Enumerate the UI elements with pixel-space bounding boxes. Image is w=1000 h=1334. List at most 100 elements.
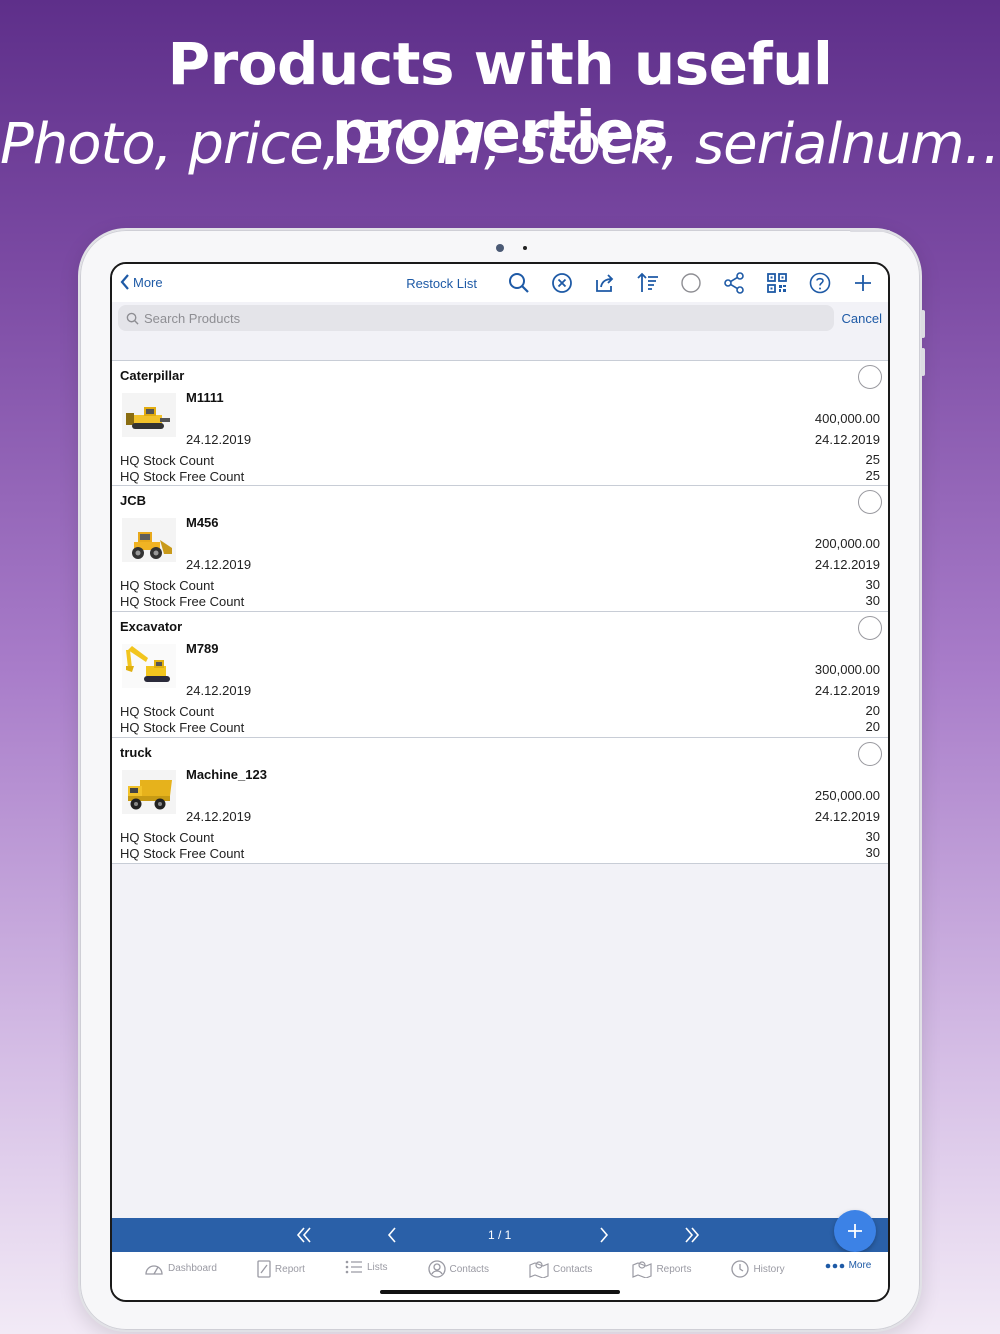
product-price: 400,000.00 <box>814 411 880 426</box>
tab-contacts-map[interactable]: Contacts <box>529 1260 592 1278</box>
cancel-button[interactable]: Cancel <box>842 311 882 326</box>
next-page-button[interactable] <box>592 1223 616 1247</box>
product-code: Machine_123 <box>186 767 267 782</box>
list-icon <box>345 1260 362 1274</box>
product-name: Excavator <box>120 619 183 634</box>
select-circle-icon[interactable] <box>676 268 706 298</box>
report-icon <box>257 1260 271 1278</box>
stock-count-label: HQ Stock Count <box>120 830 214 845</box>
list-item[interactable]: truck Machine_123 24.12.2019 HQ Stock Co… <box>112 738 888 864</box>
clear-circle-icon[interactable] <box>547 268 577 298</box>
search-placeholder: Search Products <box>144 310 241 326</box>
share-out-icon[interactable] <box>590 268 620 298</box>
tab-label: More <box>848 1260 872 1271</box>
search-icon <box>126 312 139 325</box>
price-date: 24.12.2019 <box>814 432 880 447</box>
product-price: 300,000.00 <box>814 662 880 677</box>
product-price: 250,000.00 <box>814 788 880 803</box>
stock-free-count-value: 20 <box>865 719 880 734</box>
tab-label: Contacts <box>449 1263 489 1275</box>
tab-label: Lists <box>366 1261 388 1273</box>
stock-free-count-label: HQ Stock Free Count <box>120 594 245 609</box>
stock-free-count-value: 30 <box>865 593 880 608</box>
chevron-left-icon <box>387 1227 396 1243</box>
tablet-top-button <box>850 230 890 232</box>
price-date: 24.12.2019 <box>814 683 880 698</box>
tab-label: History <box>753 1263 785 1275</box>
navigation-bar: More Restock List <box>112 264 888 302</box>
tab-report[interactable]: Report <box>257 1260 305 1278</box>
stock-free-count-value: 30 <box>865 845 880 860</box>
sort-icon[interactable] <box>633 268 663 298</box>
home-indicator[interactable] <box>380 1290 620 1294</box>
tab-lists[interactable]: Lists <box>345 1260 388 1274</box>
product-photo <box>120 770 178 814</box>
product-price: 200,000.00 <box>814 536 880 551</box>
tab-label: Report <box>274 1263 305 1275</box>
double-chevron-right-icon <box>685 1227 700 1243</box>
tab-dashboard[interactable]: Dashboard <box>144 1260 217 1276</box>
restock-list-button[interactable]: Restock List <box>406 276 477 291</box>
tab-history[interactable]: History <box>731 1260 785 1278</box>
list-item[interactable]: Caterpillar M1111 24.12.2019 HQ Stock Co… <box>112 360 888 486</box>
back-button[interactable]: More <box>120 274 163 290</box>
contact-icon <box>427 1260 446 1278</box>
qr-code-icon[interactable] <box>762 268 792 298</box>
stock-count-value: 30 <box>865 829 880 844</box>
product-code: M789 <box>186 641 219 656</box>
stock-free-count-label: HQ Stock Free Count <box>120 720 245 735</box>
stock-count-label: HQ Stock Count <box>120 453 214 468</box>
add-icon[interactable] <box>848 268 878 298</box>
toolbar: Restock List <box>406 268 878 298</box>
tab-reports[interactable]: Reports <box>632 1260 691 1278</box>
stock-count-label: HQ Stock Count <box>120 578 214 593</box>
stock-free-count-value: 25 <box>865 468 880 483</box>
dashboard-icon <box>145 1265 163 1275</box>
add-floating-button[interactable] <box>834 1210 876 1252</box>
select-checkbox[interactable] <box>858 742 882 766</box>
select-checkbox[interactable] <box>858 616 882 640</box>
last-page-button[interactable] <box>680 1223 704 1247</box>
map-icon <box>529 1261 549 1278</box>
product-date: 24.12.2019 <box>186 683 252 698</box>
network-share-icon[interactable] <box>719 268 749 298</box>
plus-icon <box>848 1224 862 1238</box>
subline: Photo, price, BOM, stock, serialnum… <box>0 112 1000 177</box>
product-code: M1111 <box>186 390 224 405</box>
stock-count-value: 25 <box>865 452 880 467</box>
list-item[interactable]: Excavator M789 24.12.2019 HQ Stock Count… <box>112 612 888 738</box>
price-date: 24.12.2019 <box>814 557 880 572</box>
first-page-button[interactable] <box>292 1223 316 1247</box>
chevron-left-icon <box>120 274 129 290</box>
back-label: More <box>133 274 163 290</box>
tablet-side-button <box>921 348 925 376</box>
tab-more[interactable]: More <box>825 1260 872 1271</box>
stock-count-value: 30 <box>865 577 880 592</box>
tab-bar: Dashboard Report Lists Contacts Contacts… <box>112 1252 888 1300</box>
select-checkbox[interactable] <box>858 365 882 389</box>
product-name: Caterpillar <box>120 368 185 383</box>
select-checkbox[interactable] <box>858 490 882 514</box>
product-photo <box>120 393 178 437</box>
clock-icon <box>731 1260 750 1278</box>
help-icon[interactable] <box>805 268 835 298</box>
search-icon[interactable] <box>504 268 534 298</box>
list-item[interactable]: JCB M456 24.12.2019 HQ Stock Count HQ St… <box>112 486 888 612</box>
search-input[interactable]: Search Products <box>118 305 834 331</box>
sensor-dot <box>523 246 527 250</box>
product-photo <box>120 518 178 562</box>
product-name: JCB <box>120 493 147 508</box>
pager-bar: 1 / 1 <box>112 1218 888 1252</box>
more-dots-icon <box>825 1263 844 1268</box>
tab-label: Contacts <box>552 1263 593 1275</box>
price-date: 24.12.2019 <box>814 809 880 824</box>
map-icon <box>632 1261 653 1278</box>
stock-count-label: HQ Stock Count <box>120 704 214 719</box>
product-date: 24.12.2019 <box>186 557 252 572</box>
page-indicator: 1 / 1 <box>488 1228 512 1242</box>
tab-contacts[interactable]: Contacts <box>427 1260 489 1278</box>
product-list: Caterpillar M1111 24.12.2019 HQ Stock Co… <box>112 360 888 864</box>
app-screen: More Restock List Search Products Cancel… <box>110 262 890 1302</box>
previous-page-button[interactable] <box>380 1223 404 1247</box>
stock-count-value: 20 <box>865 703 880 718</box>
